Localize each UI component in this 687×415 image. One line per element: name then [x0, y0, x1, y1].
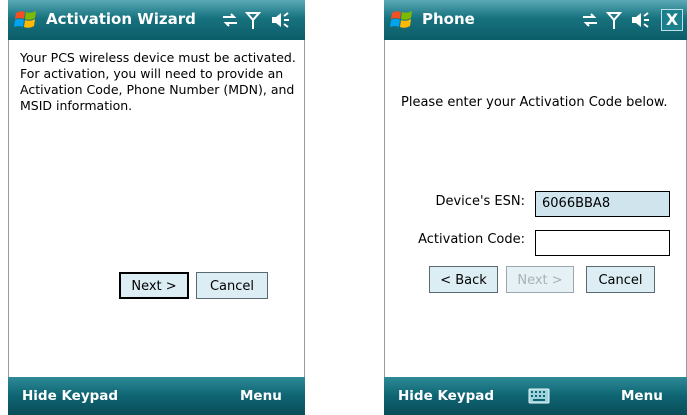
message-line: MSID information. — [20, 98, 133, 113]
volume-icon[interactable] — [630, 10, 652, 30]
esn-field: 6066BBA8 — [535, 191, 670, 217]
message-line: For activation, you will need to provide… — [20, 66, 284, 81]
content-area: Please enter your Activation Code below.… — [384, 40, 687, 377]
cancel-button[interactable]: Cancel — [196, 272, 268, 299]
back-button[interactable]: < Back — [429, 266, 498, 293]
content-area: Your PCS wireless device must be activat… — [8, 40, 305, 377]
signal-antenna-icon[interactable] — [245, 10, 261, 30]
title-bar: Activation Wizard — [8, 0, 305, 40]
keyboard-icon[interactable] — [528, 388, 550, 404]
window-title: Phone — [422, 10, 475, 28]
hide-keypad-softkey[interactable]: Hide Keypad — [22, 388, 118, 404]
activation-message: Your PCS wireless device must be activat… — [20, 50, 305, 114]
hide-keypad-softkey[interactable]: Hide Keypad — [398, 388, 494, 404]
windows-flag-icon[interactable] — [14, 9, 38, 31]
next-button[interactable]: Next > — [506, 266, 574, 293]
esn-label: Device's ESN: — [435, 194, 525, 209]
softkey-bar: Hide Keypad Menu — [8, 377, 305, 415]
phone-activation-screen: Phone X Please enter your Activation Cod… — [384, 0, 687, 415]
softkey-bar: Hide Keypad Menu — [384, 377, 687, 415]
activation-code-input[interactable] — [535, 230, 670, 256]
title-bar: Phone X — [384, 0, 687, 40]
windows-flag-icon[interactable] — [390, 9, 414, 31]
message-line: Activation Code, Phone Number (MDN), and — [20, 82, 295, 97]
connectivity-icon[interactable] — [220, 10, 240, 30]
menu-softkey[interactable]: Menu — [621, 388, 663, 404]
close-icon[interactable]: X — [661, 9, 683, 31]
message-line: Your PCS wireless device must be activat… — [20, 50, 296, 65]
menu-softkey[interactable]: Menu — [240, 388, 282, 404]
window-title: Activation Wizard — [46, 10, 196, 28]
next-button[interactable]: Next > — [119, 272, 189, 299]
instruction-text: Please enter your Activation Code below. — [401, 95, 668, 110]
signal-antenna-icon[interactable] — [606, 10, 622, 30]
volume-icon[interactable] — [270, 10, 292, 30]
connectivity-icon[interactable] — [580, 10, 600, 30]
activation-wizard-screen: Activation Wizard Your PCS wireless devi… — [8, 0, 305, 415]
cancel-button[interactable]: Cancel — [586, 266, 655, 293]
activation-code-label: Activation Code: — [418, 232, 525, 247]
